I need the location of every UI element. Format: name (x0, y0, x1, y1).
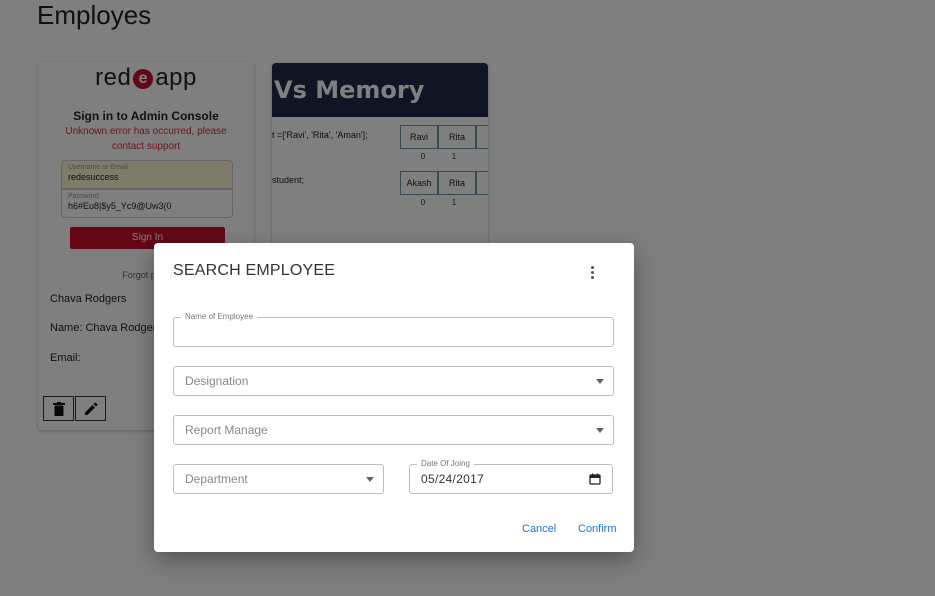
confirm-button[interactable]: Confirm (578, 523, 617, 535)
more-vert-icon[interactable] (584, 262, 600, 282)
employee-name-input[interactable] (174, 318, 613, 346)
employee-name-field[interactable]: Name of Employee (173, 312, 614, 347)
cancel-button[interactable]: Cancel (522, 523, 556, 535)
dropdown-caret-icon (596, 379, 604, 384)
date-of-joining-field[interactable]: Date Of Joing 05/24/2017 (409, 459, 613, 494)
designation-placeholder: Designation (185, 374, 249, 388)
dropdown-caret-icon (366, 477, 374, 482)
report-manager-select[interactable]: Report Manage (173, 415, 614, 445)
calendar-icon[interactable] (589, 473, 601, 485)
search-employee-dialog: SEARCH EMPLOYEE Name of Employee Designa… (154, 243, 634, 552)
report-manager-placeholder: Report Manage (185, 423, 268, 437)
dropdown-caret-icon (596, 428, 604, 433)
dialog-title: SEARCH EMPLOYEE (173, 262, 336, 279)
designation-select[interactable]: Designation (173, 366, 614, 396)
date-of-joining-value[interactable]: 05/24/2017 (421, 465, 484, 493)
department-select[interactable]: Department (173, 464, 384, 494)
department-placeholder: Department (185, 472, 248, 486)
